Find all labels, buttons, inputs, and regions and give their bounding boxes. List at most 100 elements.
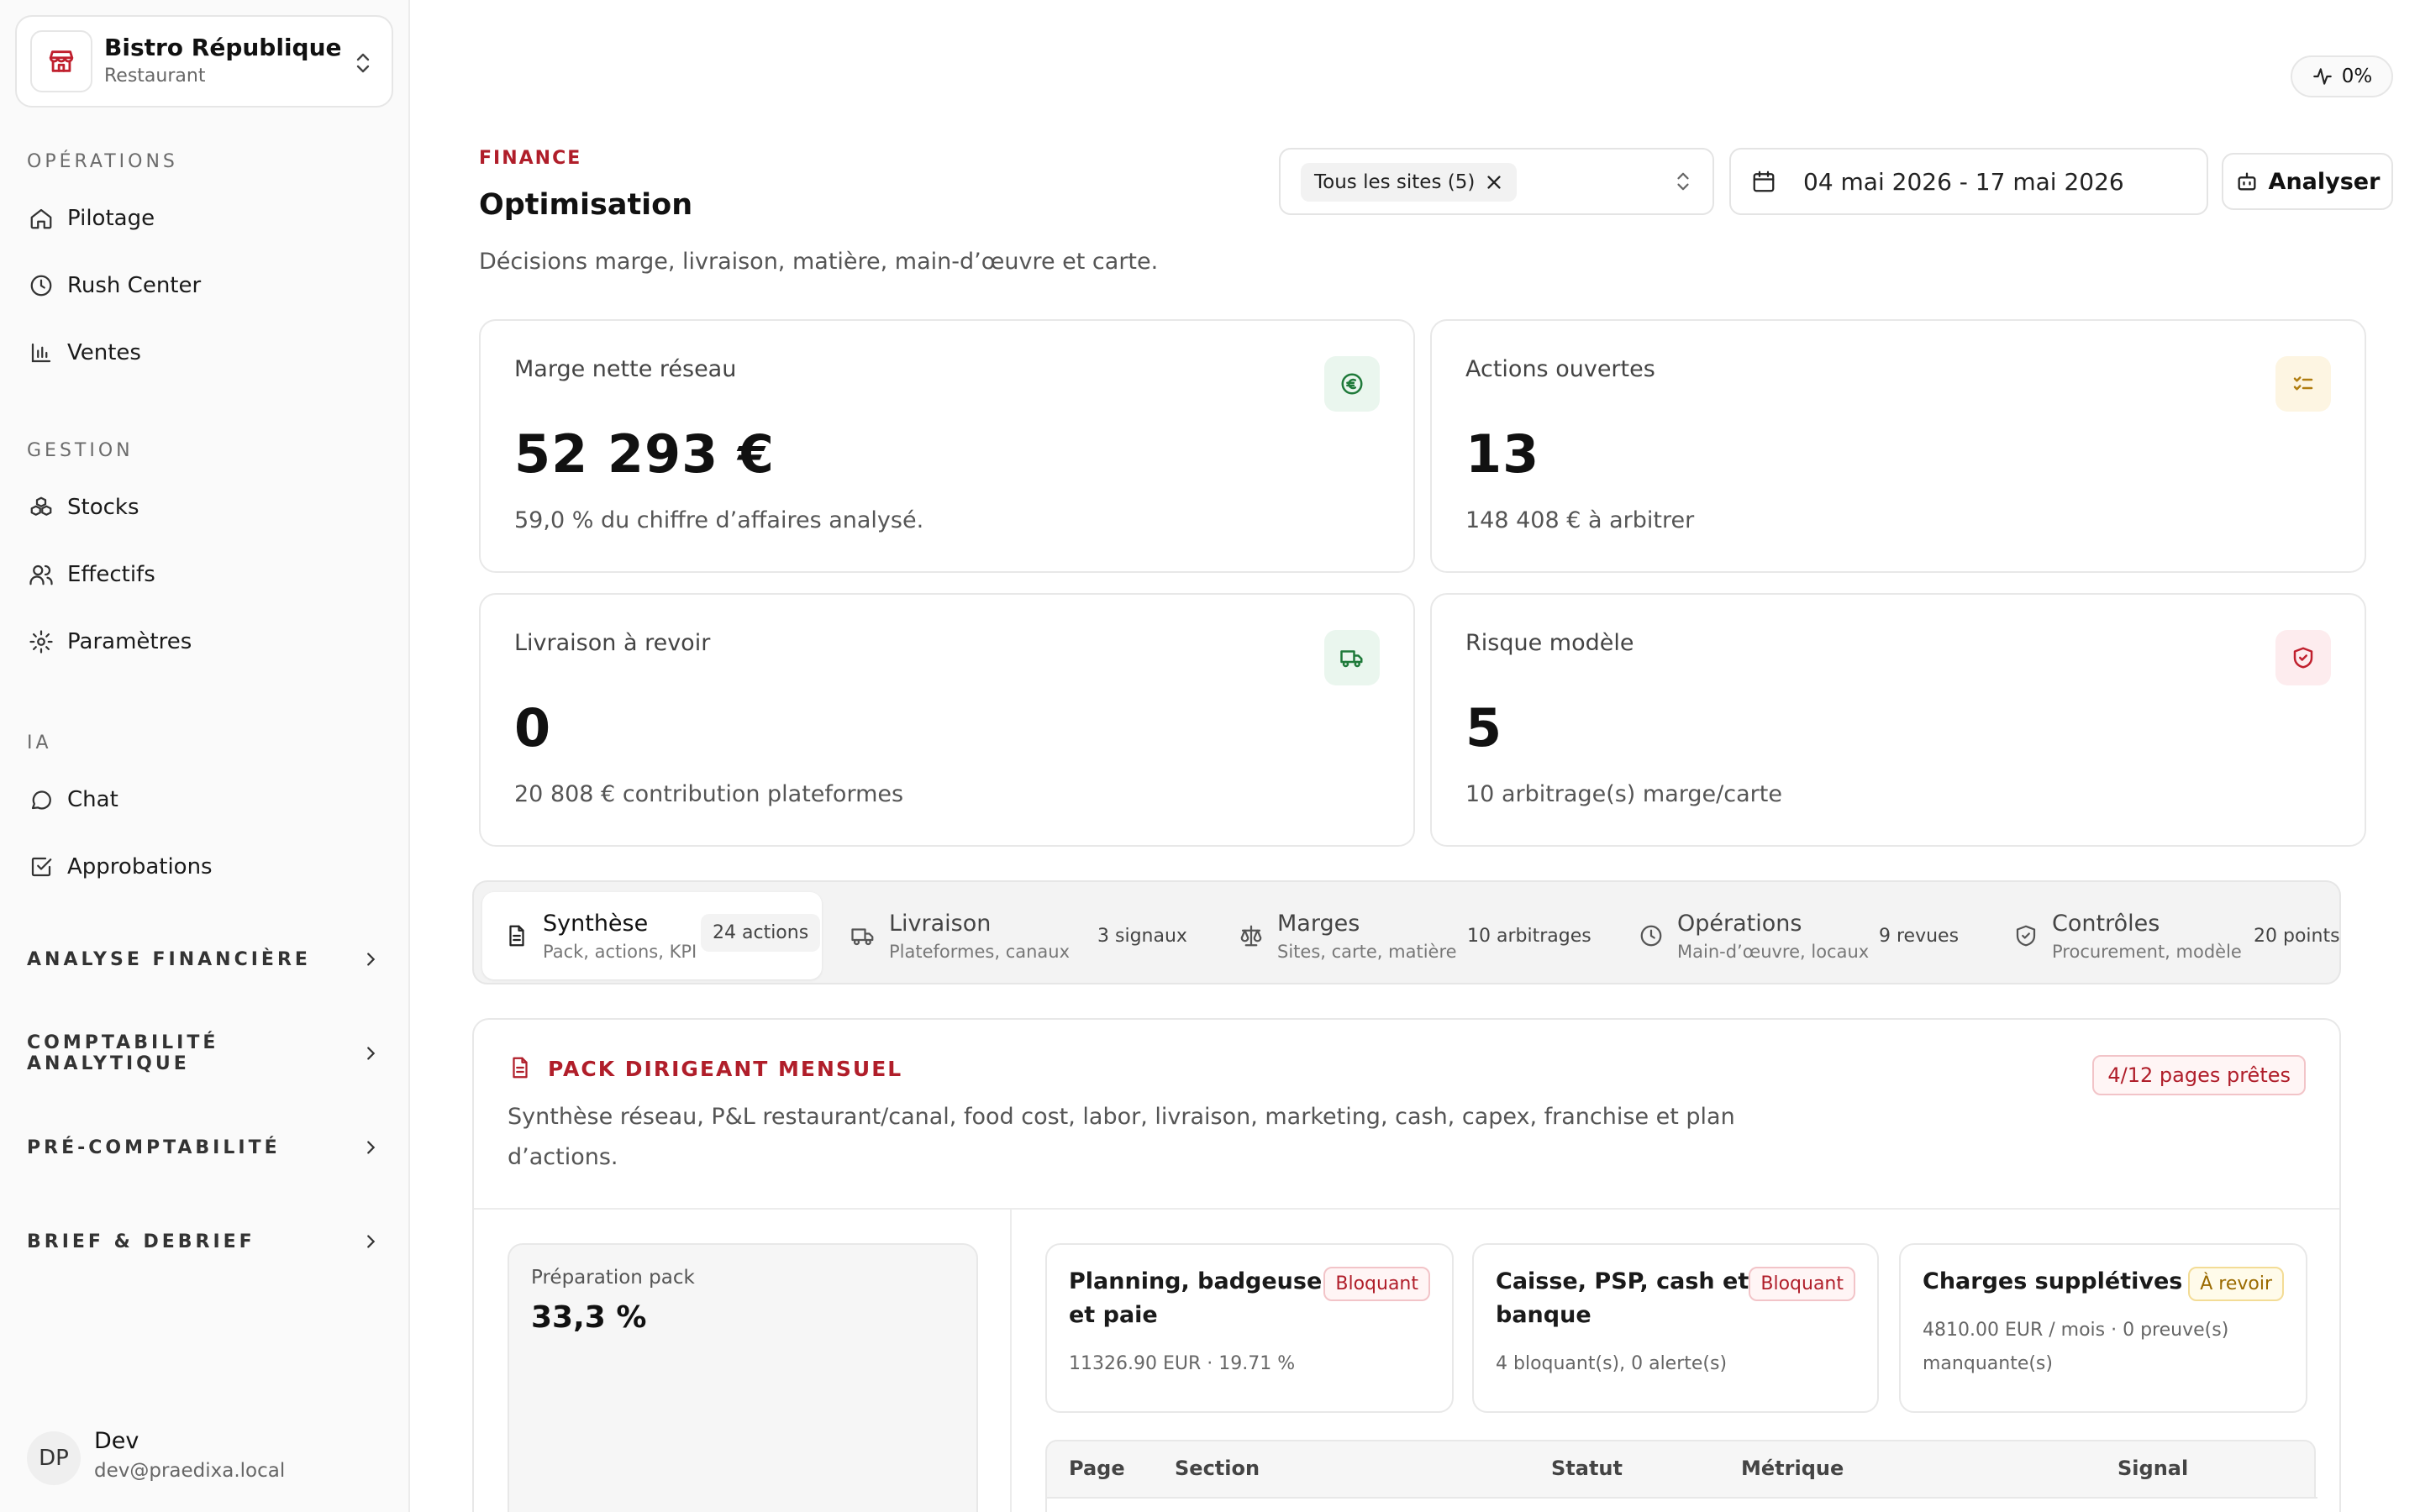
kpi-sub: 10 arbitrage(s) marge/carte (1465, 781, 1782, 807)
checkbox-icon (29, 854, 67, 879)
analyze-button[interactable]: Analyser (2222, 153, 2393, 210)
user-menu[interactable]: DP Dev dev@praedixa.local (27, 1428, 397, 1495)
activity-indicator[interactable]: 0% (2291, 55, 2393, 97)
sidebar-item-label: Chat (67, 787, 118, 812)
sidebar-item-parametres[interactable]: Paramètres (29, 618, 381, 665)
pack-card-title: Planning, badgeuse et paie (1069, 1268, 1323, 1328)
checklist-icon (2275, 356, 2331, 412)
group-comptabilite-analytique[interactable]: COMPTABILITÉ ANALYTIQUE (27, 1030, 380, 1077)
sidebar-item-effectifs[interactable]: Effectifs (29, 551, 381, 598)
kpi-label: Actions ouvertes (1465, 356, 1655, 382)
divider (1010, 1210, 1012, 1512)
pack-table-header: Page Section Statut Métrique Signal (1045, 1440, 2317, 1512)
table-header-page: Page (1069, 1457, 1125, 1480)
shield-icon (2275, 630, 2331, 685)
store-icon (30, 30, 92, 92)
sidebar: Bistro République Restaurant OPÉRATIONS … (0, 0, 410, 1512)
tab-synthese[interactable]: Synthèse Pack, actions, KPI 24 actions (482, 892, 822, 979)
tab-count: 10 arbitrages (1467, 926, 1591, 947)
status-badge: Bloquant (1323, 1267, 1430, 1301)
chevrons-updown-icon (1674, 170, 1692, 193)
page-subtitle: Décisions marge, livraison, matière, mai… (479, 249, 1159, 275)
truck-icon (850, 923, 876, 948)
tab-label: Marges (1277, 910, 1360, 937)
site-filter-label: Tous les sites (5) (1314, 171, 1476, 193)
chevrons-updown-icon (353, 50, 373, 76)
section-title-operations: OPÉRATIONS (27, 151, 178, 172)
table-header-metrique: Métrique (1741, 1457, 1844, 1480)
group-analyse-financiere[interactable]: ANALYSE FINANCIÈRE (27, 936, 380, 983)
file-text-icon (508, 1055, 533, 1080)
site-filter[interactable]: Tous les sites (5) (1279, 148, 1714, 215)
group-label: PRÉ-COMPTABILITÉ (27, 1137, 281, 1158)
kpi-sub: 20 808 € contribution plateformes (514, 781, 904, 807)
kpi-sub: 148 408 € à arbitrer (1465, 507, 1695, 533)
home-icon (29, 206, 67, 231)
sidebar-item-pilotage[interactable]: Pilotage (29, 195, 381, 242)
table-row (1047, 1497, 2317, 1512)
tab-sub: Procurement, modèle (2052, 941, 2242, 962)
clock-icon (29, 273, 67, 298)
workspace-name: Bistro République (104, 34, 342, 61)
kpi-card-livraison: Livraison à revoir 0 20 808 € contributi… (479, 593, 1415, 847)
tab-count: 20 points (2254, 926, 2340, 947)
pack-title: PACK DIRIGEANT MENSUEL (548, 1057, 903, 1081)
scale-icon (1239, 923, 1264, 948)
kpi-card-marge: Marge nette réseau 52 293 € 59,0 % du ch… (479, 319, 1415, 573)
sidebar-item-stocks[interactable]: Stocks (29, 484, 381, 531)
chevron-right-icon (361, 950, 380, 969)
sidebar-item-rush-center[interactable]: Rush Center (29, 262, 381, 309)
robot-icon (2235, 170, 2259, 193)
date-range-picker[interactable]: 04 mai 2026 - 17 mai 2026 (1729, 148, 2208, 215)
sidebar-item-chat[interactable]: Chat (29, 776, 381, 823)
tab-count: 24 actions (701, 914, 821, 952)
section-title-ia: IA (27, 732, 52, 753)
kpi-sub: 59,0 % du chiffre d’affaires analysé. (514, 507, 924, 533)
shield-check-icon (2013, 923, 2039, 948)
page-title: Optimisation (479, 188, 693, 222)
section-title-gestion: GESTION (27, 440, 134, 461)
tab-operations[interactable]: Opérations Main-d’œuvre, locaux 9 revues (1639, 892, 2008, 979)
pack-card-title: Caisse, PSP, cash et banque (1496, 1268, 1749, 1328)
kpi-value: 5 (1465, 697, 1503, 759)
group-pre-comptabilite[interactable]: PRÉ-COMPTABILITÉ (27, 1124, 380, 1171)
pack-description-line: Synthèse réseau, P&L restaurant/canal, f… (508, 1104, 1735, 1130)
tab-sub: Plateformes, canaux (889, 941, 1071, 962)
group-brief-debrief[interactable]: BRIEF & DEBRIEF (27, 1218, 380, 1265)
tab-sub: Pack, actions, KPI (543, 941, 697, 962)
kpi-value: 0 (514, 697, 552, 759)
date-range-value: 04 mai 2026 - 17 mai 2026 (1803, 167, 2124, 196)
workspace-switcher[interactable]: Bistro République Restaurant (15, 15, 393, 108)
tab-controles[interactable]: Contrôles Procurement, modèle 20 points (2013, 892, 2341, 979)
group-label: COMPTABILITÉ ANALYTIQUE (27, 1032, 219, 1074)
kpi-label: Marge nette réseau (514, 356, 737, 382)
sidebar-item-label: Paramètres (67, 629, 192, 654)
user-name: Dev (94, 1428, 139, 1454)
site-filter-chip: Tous les sites (5) (1301, 163, 1518, 202)
tab-sub: Main-d’œuvre, locaux (1677, 941, 1870, 962)
tab-label: Synthèse (543, 910, 649, 937)
boxes-icon (29, 495, 67, 520)
pack-card-charges[interactable]: Charges supplétives À revoir 4810.00 EUR… (1899, 1243, 2307, 1413)
group-label: BRIEF & DEBRIEF (27, 1231, 255, 1252)
status-badge: Bloquant (1749, 1267, 1855, 1301)
divider (474, 1208, 2339, 1210)
kpi-value: 13 (1465, 423, 1540, 485)
workspace-type: Restaurant (104, 66, 206, 87)
pack-card-title: Charges supplétives (1923, 1268, 2183, 1294)
sidebar-item-approbations[interactable]: Approbations (29, 843, 381, 890)
pack-card-planning[interactable]: Planning, badgeuse et paie Bloquant 11326… (1045, 1243, 1454, 1413)
close-icon[interactable] (1485, 173, 1503, 192)
pack-card-caisse[interactable]: Caisse, PSP, cash et banque Bloquant 4 bl… (1472, 1243, 1879, 1413)
calendar-icon (1751, 169, 1776, 194)
sidebar-item-label: Stocks (67, 495, 139, 520)
analyze-label: Analyser (2268, 168, 2381, 195)
tab-livraison[interactable]: Livraison Plateformes, canaux 3 signaux (850, 892, 1220, 979)
activity-icon (2312, 66, 2333, 87)
page-eyebrow: FINANCE (479, 148, 582, 169)
tab-count: 9 revues (1879, 926, 1960, 947)
prep-value: 33,3 % (531, 1300, 647, 1335)
pack-description-line: d’actions. (508, 1144, 618, 1170)
tab-marges[interactable]: Marges Sites, carte, matière 10 arbitrage… (1239, 892, 1608, 979)
sidebar-item-ventes[interactable]: Ventes (29, 329, 381, 376)
